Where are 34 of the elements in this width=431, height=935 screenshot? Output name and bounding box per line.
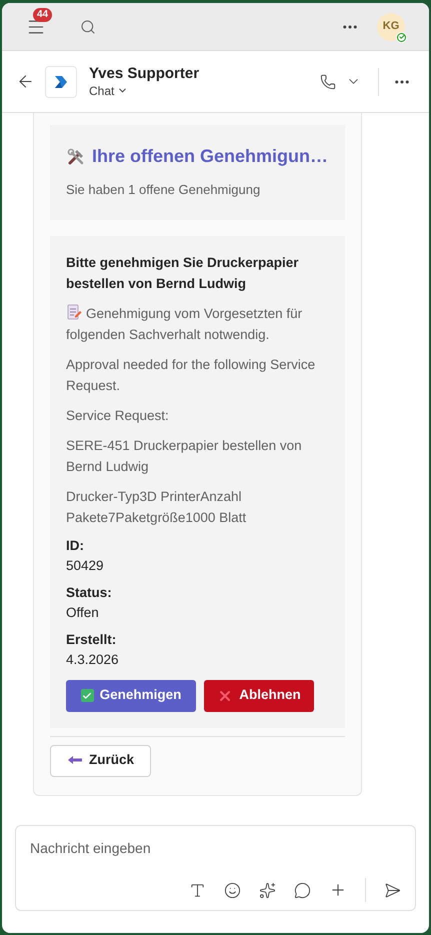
- memo-icon: [66, 304, 82, 320]
- message-input[interactable]: Nachricht eingeben: [30, 838, 401, 859]
- back-button[interactable]: Zurück: [50, 744, 152, 776]
- format-icon[interactable]: [189, 882, 206, 898]
- request-text: Service Request:: [66, 406, 170, 425]
- request-title: Bitte genehmigen Sie Druckerpapier bestellen von Bernd Ludwig: [66, 254, 300, 293]
- card-subtitle: Sie haben 1 offene Genehmigung: [66, 181, 262, 199]
- request-text: Approval needed for the following Service Request.: [66, 356, 316, 395]
- chat-bubble-icon[interactable]: [294, 882, 311, 898]
- back-arrow-icon: [67, 754, 83, 766]
- card-title: Ihre offenen Genehmigun…: [92, 145, 328, 168]
- field-label: Erstellt:: [66, 630, 118, 648]
- hammer-wrench-icon: [66, 146, 86, 166]
- notification-badge: 44: [33, 8, 52, 22]
- message-composer[interactable]: Nachricht eingeben: [15, 825, 416, 911]
- chat-title: Yves Supporter: [89, 64, 200, 82]
- search-icon[interactable]: [80, 18, 96, 34]
- field-value: 4.3.2026: [66, 650, 120, 668]
- approve-button[interactable]: Genehmigen: [66, 680, 196, 712]
- field-label: Status:: [66, 584, 113, 602]
- emoji-icon[interactable]: [224, 882, 241, 898]
- user-avatar[interactable]: KG: [377, 12, 405, 40]
- field-label: ID:: [66, 536, 85, 554]
- request-text: SERE-451 Druckerpapier bestellen von Bernd Ludwig: [66, 436, 303, 476]
- checkmark-icon: [80, 689, 94, 702]
- field-value: 50429: [66, 556, 105, 574]
- reject-button[interactable]: Ablehnen: [204, 680, 314, 712]
- chat-tab-dropdown[interactable]: Chat: [89, 82, 200, 98]
- bot-logo: [45, 66, 77, 98]
- request-text: Genehmigung vom Vorgesetzten für folgenden Sachverhalt notwendig.: [66, 302, 304, 344]
- phone-icon[interactable]: [320, 74, 336, 90]
- request-text: Drucker-Typ3D PrinterAnzahl Pakete7Paketgröße1000 Blatt: [66, 488, 248, 527]
- send-icon[interactable]: [384, 882, 401, 898]
- field-value: Offen: [66, 604, 100, 622]
